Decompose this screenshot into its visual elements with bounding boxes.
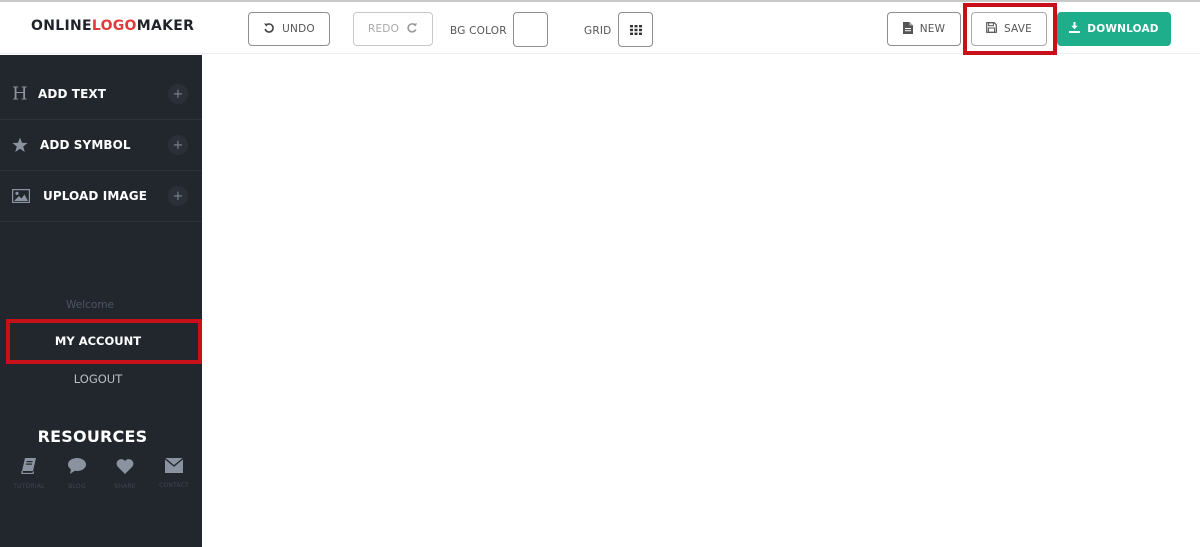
welcome-text: Welcome xyxy=(65,299,115,311)
grid-toggle-button[interactable] xyxy=(618,12,653,47)
resource-tutorial[interactable]: TUTORIAL xyxy=(6,458,52,490)
resource-contact[interactable]: CONTACT xyxy=(151,457,197,489)
resource-label: CONTACT xyxy=(159,482,189,489)
download-icon xyxy=(1069,22,1081,36)
resource-share[interactable]: SHARE xyxy=(102,458,148,490)
logout-link[interactable]: LOGOUT xyxy=(0,372,196,386)
plus-icon[interactable]: + xyxy=(168,135,188,155)
speech-bubble-icon xyxy=(68,458,86,478)
star-icon xyxy=(12,137,28,153)
plus-icon[interactable]: + xyxy=(168,84,188,104)
plus-icon[interactable]: + xyxy=(168,186,188,206)
heading-icon: H xyxy=(12,83,28,105)
file-icon xyxy=(902,21,913,37)
resource-label: TUTORIAL xyxy=(13,483,45,490)
resource-label: SHARE xyxy=(114,483,136,490)
toolbar: ONLINELOGOMAKER UNDO REDO BG COLOR GRID … xyxy=(0,2,1200,54)
design-canvas[interactable] xyxy=(202,55,1200,547)
sidebar-item-upload-image[interactable]: UPLOAD IMAGE + xyxy=(0,171,202,222)
redo-label: REDO xyxy=(367,23,400,35)
save-button[interactable]: SAVE xyxy=(971,12,1047,46)
book-icon xyxy=(21,458,37,478)
sidebar-item-label: UPLOAD IMAGE xyxy=(43,189,148,203)
save-label: SAVE xyxy=(1004,23,1032,35)
floppy-disk-icon xyxy=(986,22,997,36)
logo-part-online: ONLINE xyxy=(31,18,92,34)
bg-color-swatch[interactable] xyxy=(513,12,548,47)
grid-label: GRID xyxy=(584,25,612,37)
undo-icon xyxy=(263,22,275,37)
new-button[interactable]: NEW xyxy=(887,12,961,46)
resource-label: BLOG xyxy=(68,483,86,490)
sidebar-item-label: ADD SYMBOL xyxy=(40,138,131,152)
my-account-link[interactable]: MY ACCOUNT xyxy=(0,334,196,348)
redo-button[interactable]: REDO xyxy=(353,12,433,46)
download-button[interactable]: DOWNLOAD xyxy=(1057,12,1171,46)
download-label: DOWNLOAD xyxy=(1087,23,1159,35)
logo-part-maker: MAKER xyxy=(136,18,195,34)
logo-part-logo: LOGO xyxy=(91,18,137,34)
undo-button[interactable]: UNDO xyxy=(248,12,330,46)
resource-blog[interactable]: BLOG xyxy=(54,458,100,490)
heart-icon xyxy=(116,458,134,478)
image-icon xyxy=(12,189,30,203)
redo-icon xyxy=(406,22,418,37)
envelope-icon xyxy=(164,457,184,477)
sidebar-item-add-text[interactable]: H ADD TEXT + xyxy=(0,69,202,120)
undo-label: UNDO xyxy=(282,23,315,35)
bg-color-label: BG COLOR xyxy=(450,25,507,37)
resources-heading: RESOURCES xyxy=(37,427,148,446)
logo[interactable]: ONLINELOGOMAKER xyxy=(31,18,194,34)
sidebar-item-label: ADD TEXT xyxy=(38,87,107,101)
new-label: NEW xyxy=(919,23,946,35)
sidebar-item-add-symbol[interactable]: ADD SYMBOL + xyxy=(0,120,202,171)
grid-icon xyxy=(629,20,642,39)
